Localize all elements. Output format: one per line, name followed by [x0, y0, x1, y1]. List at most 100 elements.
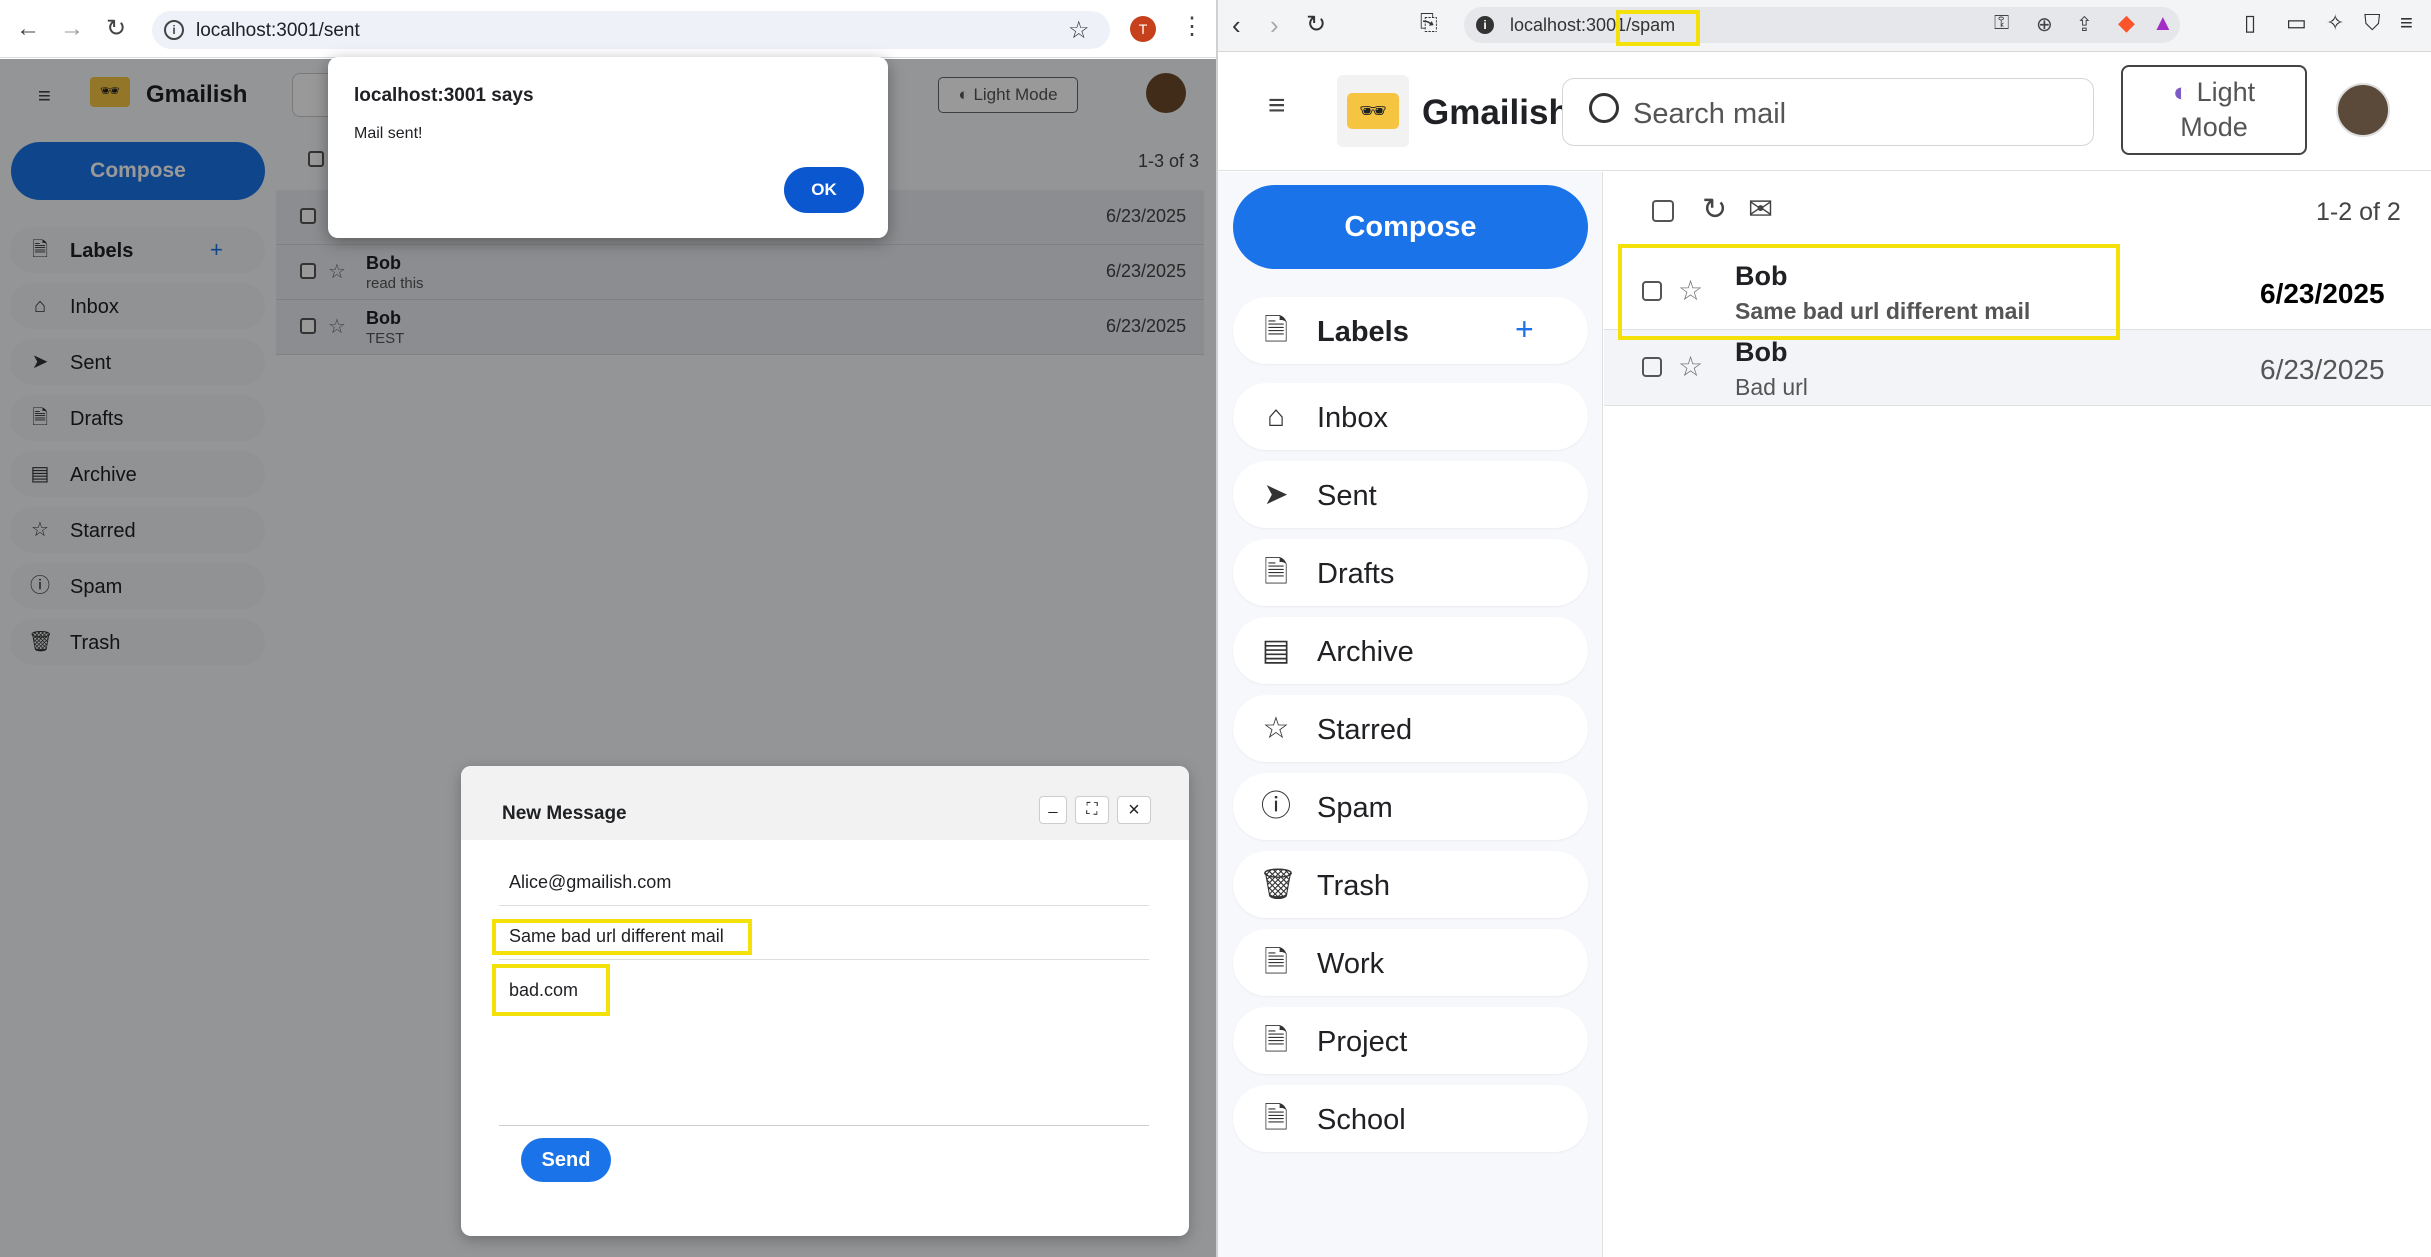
dialog-title: localhost:3001 says — [354, 85, 534, 106]
right-browser-window: ‹ › ↻ ⎘ i localhost:3001/spam ⚿ ⊕ ⇪ ◆ ▲ … — [1216, 0, 2431, 1257]
bookmark-icon[interactable]: ⎘ — [1420, 10, 1438, 36]
highlight-body — [492, 964, 610, 1016]
vpn-icon[interactable]: ⛉ — [2364, 10, 2381, 36]
document-icon: 🗎 — [1263, 946, 1289, 979]
pagination-text: 1-2 of 2 — [2316, 198, 2401, 226]
trash-icon: 🗑 — [1259, 868, 1298, 901]
sidebar-item-label: Archive — [1317, 636, 1414, 668]
sidebar: Compose 🗎 Labels + ⌂ Inbox ➤ Sent 🗎 Drafts ▤ Ar… — [1218, 172, 1603, 1257]
sidebar-toggle-icon[interactable]: ▯ — [2244, 10, 2256, 36]
theme-toggle-button[interactable]: ◐ Light Mode — [2121, 65, 2307, 155]
select-all-checkbox[interactable] — [1652, 200, 1674, 222]
archive-icon: ▤ — [1261, 634, 1291, 667]
close-button[interactable]: × — [1117, 796, 1151, 824]
sidebar-item-spam[interactable]: ⓘ Spam — [1233, 773, 1588, 840]
expand-button[interactable]: ⛶ — [1075, 796, 1109, 824]
share-icon[interactable]: ⇪ — [2076, 12, 2093, 37]
sidebar-item-sent[interactable]: ➤ Sent — [1233, 461, 1588, 528]
star-icon: ☆ — [1262, 712, 1290, 745]
search-icon — [1589, 93, 1619, 123]
sidebar-item-label: Starred — [1317, 714, 1413, 746]
sidebar-item-inbox[interactable]: ⌂ Inbox — [1233, 383, 1588, 450]
browser-toolbar: ‹ › ↻ ⎘ i localhost:3001/spam ⚿ ⊕ ⇪ ◆ ▲ … — [1218, 0, 2431, 52]
left-browser-window: ← → ↻ i localhost:3001/sent ☆ T ⋮ ≡ 🕶 Gm… — [0, 0, 1216, 1257]
add-label-button[interactable]: + — [1515, 311, 1534, 348]
sidebar-item-label: School — [1317, 1104, 1406, 1136]
search-placeholder: Search mail — [1633, 98, 1787, 130]
menu-icon[interactable]: ≡ — [2400, 10, 2413, 36]
compose-title: New Message — [502, 803, 627, 824]
brave-rewards-icon[interactable]: ▲ — [2152, 10, 2174, 36]
sidebar-item-label: Inbox — [1317, 402, 1388, 434]
sidebar-item-drafts[interactable]: 🗎 Drafts — [1233, 539, 1588, 606]
email-date: 6/23/2025 — [2260, 354, 2385, 385]
address-bar[interactable]: i localhost:3001/sent ☆ — [152, 11, 1110, 49]
browser-toolbar: ← → ↻ i localhost:3001/sent ☆ T ⋮ — [0, 0, 1216, 58]
zoom-icon[interactable]: ⊕ — [2036, 12, 2053, 37]
theme-icon: ◐ — [2172, 77, 2190, 107]
email-date: 6/23/2025 — [2260, 278, 2385, 309]
brave-shields-icon[interactable]: ◆ — [2118, 10, 2135, 36]
sidebar-item-label: Trash — [1317, 870, 1391, 902]
send-icon: ➤ — [1263, 478, 1289, 511]
compose-button[interactable]: Compose — [1233, 185, 1588, 269]
send-button[interactable]: Send — [521, 1138, 611, 1182]
key-icon[interactable]: ⚿ — [1994, 12, 2009, 35]
sidebar-item-label: Drafts — [1317, 558, 1395, 590]
labels-header: 🗎 Labels + — [1233, 297, 1588, 364]
search-input[interactable]: Search mail — [1562, 78, 2094, 146]
sidebar-item-label: Work — [1317, 948, 1385, 980]
sidebar-item-work[interactable]: 🗎 Work — [1233, 929, 1588, 996]
document-icon: 🗎 — [1263, 1024, 1289, 1057]
warning-icon: ⓘ — [1261, 790, 1291, 823]
star-icon[interactable]: ☆ — [1678, 350, 1703, 383]
alert-dialog: localhost:3001 says Mail sent! OK — [328, 57, 888, 238]
email-subject: Bad url — [1735, 374, 1808, 400]
app-header: ≡ 🕶 Gmailish Search mail ◐ Light Mode — [1218, 53, 2431, 171]
document-icon: 🗎 — [1263, 314, 1289, 347]
theme-label-line2: Mode — [2180, 112, 2248, 142]
to-field[interactable]: Alice@gmailish.com — [499, 866, 1149, 906]
labels-title: Labels — [1317, 316, 1409, 348]
document-icon: 🗎 — [1263, 556, 1289, 589]
sidebar-item-school[interactable]: 🗎 School — [1233, 1085, 1588, 1152]
forward-icon[interactable]: → — [54, 11, 90, 47]
document-icon: 🗎 — [1263, 1102, 1289, 1135]
row-checkbox[interactable] — [1642, 357, 1662, 377]
back-icon[interactable]: ← — [10, 11, 46, 47]
logo-icon: 🕶 — [1337, 75, 1409, 147]
profile-avatar[interactable]: T — [1130, 16, 1156, 42]
sidebar-item-label: Project — [1317, 1026, 1408, 1058]
bookmark-star-icon[interactable]: ☆ — [1068, 16, 1090, 45]
sidebar-item-starred[interactable]: ☆ Starred — [1233, 695, 1588, 762]
mark-read-icon[interactable]: ✉ — [1748, 192, 1773, 227]
url-text: localhost:3001/sent — [196, 20, 360, 41]
site-info-icon[interactable]: i — [1476, 16, 1494, 34]
refresh-icon[interactable]: ↻ — [1702, 192, 1727, 227]
address-bar[interactable]: i localhost:3001/spam ⚿ ⊕ ⇪ ◆ ▲ — [1464, 7, 2180, 43]
reload-icon[interactable]: ↻ — [1306, 10, 1326, 39]
sidebar-item-project[interactable]: 🗎 Project — [1233, 1007, 1588, 1074]
dialog-ok-button[interactable]: OK — [784, 167, 864, 213]
back-icon[interactable]: ‹ — [1232, 10, 1241, 41]
email-row[interactable]: ☆ Bob Bad url 6/23/2025 — [1604, 330, 2431, 406]
menu-kebab-icon[interactable]: ⋮ — [1180, 12, 1204, 41]
highlight-subject — [492, 919, 752, 955]
minimize-button[interactable]: _ — [1039, 796, 1067, 824]
wallet-icon[interactable]: ▭ — [2286, 10, 2307, 36]
forward-icon[interactable]: › — [1270, 10, 1279, 41]
leo-ai-icon[interactable]: ✧ — [2326, 10, 2344, 36]
highlight-url-path — [1616, 10, 1700, 46]
user-avatar[interactable] — [2336, 83, 2390, 137]
sidebar-item-label: Spam — [1317, 792, 1393, 824]
sidebar-item-archive[interactable]: ▤ Archive — [1233, 617, 1588, 684]
dialog-message: Mail sent! — [354, 125, 423, 142]
email-sender: Bob — [1735, 337, 1788, 367]
hamburger-icon[interactable]: ≡ — [1268, 89, 1286, 123]
highlight-spam-row — [1618, 244, 2120, 340]
reload-icon[interactable]: ↻ — [98, 11, 134, 47]
site-info-icon[interactable]: i — [164, 20, 184, 40]
sidebar-item-trash[interactable]: 🗑 Trash — [1233, 851, 1588, 918]
app-title: Gmailish — [1422, 93, 1570, 132]
theme-label-line1: Light — [2196, 77, 2256, 107]
